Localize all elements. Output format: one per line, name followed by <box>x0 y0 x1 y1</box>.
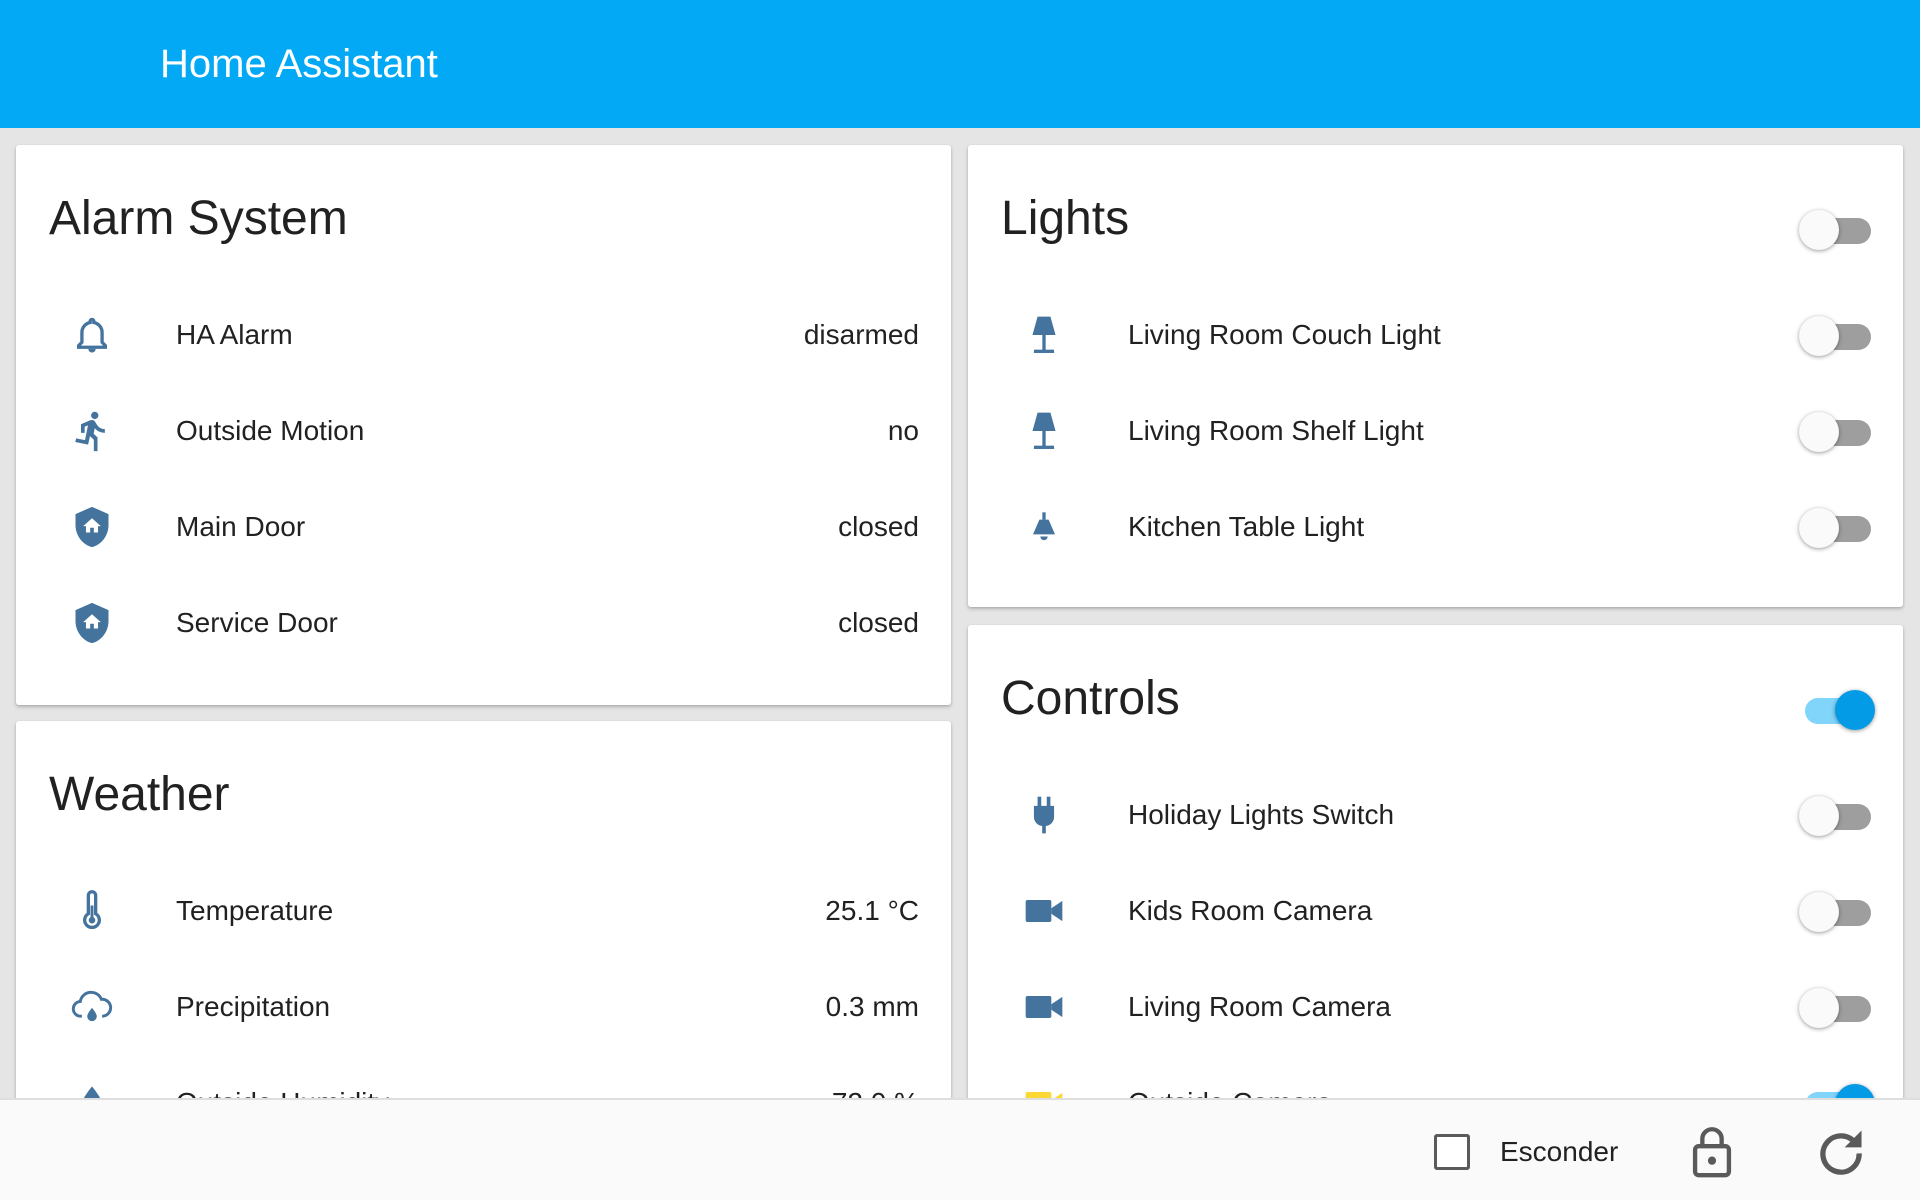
bell-icon <box>68 311 116 359</box>
entity-toggle[interactable] <box>1799 505 1875 548</box>
entity-toggle[interactable] <box>1799 889 1875 932</box>
entity-row-outside-humidity[interactable]: Outside Humidity 72.0 % <box>16 1055 951 1100</box>
entity-name: Outside Motion <box>176 415 365 446</box>
entity-name: Main Door <box>176 511 306 542</box>
entity-row-ha-alarm[interactable]: HA Alarm disarmed <box>16 287 951 383</box>
water-percent-icon <box>68 1079 116 1100</box>
card-title: Weather <box>49 768 230 821</box>
toggle-knob <box>1835 690 1875 730</box>
card-title: Lights <box>1001 192 1130 245</box>
entity-row-holiday-lights-switch[interactable]: Holiday Lights Switch <box>968 767 1903 863</box>
thermometer-icon <box>68 887 116 935</box>
entity-state: 25.1 °C <box>825 895 919 926</box>
entity-toggle[interactable] <box>1799 409 1875 452</box>
shield-home-icon <box>68 599 116 647</box>
hide-label[interactable]: Esconder <box>1500 1134 1618 1170</box>
entity-toggle[interactable] <box>1799 793 1875 836</box>
entity-state: no <box>887 415 919 446</box>
weather-card: Weather Temperature 25.1 °C Precipitatio… <box>16 721 951 1100</box>
app-root: Home Assistant Alarm System HA Alarm dis… <box>0 0 1920 1200</box>
weather-rainy-icon <box>68 983 116 1031</box>
entity-name: Precipitation <box>176 991 331 1022</box>
entity-name: Service Door <box>176 607 338 638</box>
entity-row-temperature[interactable]: Temperature 25.1 °C <box>16 863 951 959</box>
entity-name: Holiday Lights Switch <box>1128 799 1395 830</box>
entity-row-kitchen-table-light[interactable]: Kitchen Table Light <box>968 479 1903 575</box>
entity-name: Temperature <box>176 895 334 926</box>
entity-row-service-door[interactable]: Service Door closed <box>16 575 951 671</box>
toggle-knob <box>1799 412 1839 452</box>
video-camera-icon <box>1020 1079 1068 1100</box>
footer-toolbar: Esconder <box>0 1098 1920 1200</box>
entity-state: closed <box>838 607 919 638</box>
lights-card: Lights Living Room Couch Light Living Ro… <box>968 145 1903 607</box>
entity-row-living-room-couch-light[interactable]: Living Room Couch Light <box>968 287 1903 383</box>
dashboard: Alarm System HA Alarm disarmed Outside M… <box>0 128 1920 1100</box>
floor-lamp-icon <box>1020 407 1068 455</box>
video-camera-icon <box>1020 887 1068 935</box>
entity-row-outside-camera[interactable]: Outside Camera <box>968 1055 1903 1100</box>
entity-row-kids-room-camera[interactable]: Kids Room Camera <box>968 863 1903 959</box>
entity-name: Kids Room Camera <box>1128 895 1373 926</box>
controls-card: Controls Holiday Lights Switch Kids Room… <box>968 625 1903 1100</box>
entity-name: Living Room Camera <box>1128 991 1391 1022</box>
entity-toggle[interactable] <box>1799 313 1875 356</box>
entity-state: 0.3 mm <box>825 991 919 1022</box>
toggle-knob <box>1799 796 1839 836</box>
card-title: Controls <box>1001 672 1180 725</box>
video-camera-icon <box>1020 983 1068 1031</box>
entity-state: closed <box>838 511 919 542</box>
toggle-knob <box>1799 892 1839 932</box>
toggle-knob <box>1799 210 1839 250</box>
card-title: Alarm System <box>49 192 348 245</box>
entity-row-living-room-camera[interactable]: Living Room Camera <box>968 959 1903 1055</box>
controls-group-toggle[interactable] <box>1799 687 1875 730</box>
power-plug-icon <box>1020 791 1068 839</box>
ceiling-light-icon <box>1020 503 1068 551</box>
entity-row-living-room-shelf-light[interactable]: Living Room Shelf Light <box>968 383 1903 479</box>
lights-group-toggle[interactable] <box>1799 207 1875 250</box>
shield-home-icon <box>68 503 116 551</box>
entity-row-main-door[interactable]: Main Door closed <box>16 479 951 575</box>
entity-name: Living Room Couch Light <box>1128 319 1441 350</box>
entity-name: HA Alarm <box>176 319 293 350</box>
run-icon <box>68 407 116 455</box>
toggle-knob <box>1799 988 1839 1028</box>
alarm-system-card: Alarm System HA Alarm disarmed Outside M… <box>16 145 951 705</box>
entity-name: Living Room Shelf Light <box>1128 415 1424 446</box>
entity-toggle[interactable] <box>1799 985 1875 1028</box>
entity-row-precipitation[interactable]: Precipitation 0.3 mm <box>16 959 951 1055</box>
floor-lamp-icon <box>1020 311 1068 359</box>
entity-name: Kitchen Table Light <box>1128 511 1365 542</box>
toggle-knob <box>1799 316 1839 356</box>
entity-row-outside-motion[interactable]: Outside Motion no <box>16 383 951 479</box>
app-header: Home Assistant <box>0 0 1920 128</box>
hide-checkbox[interactable] <box>1434 1134 1470 1170</box>
entity-state: disarmed <box>803 319 919 350</box>
lock-icon[interactable] <box>1679 1118 1745 1184</box>
app-title: Home Assistant <box>160 42 438 86</box>
toggle-knob <box>1799 508 1839 548</box>
refresh-icon[interactable] <box>1808 1118 1874 1184</box>
